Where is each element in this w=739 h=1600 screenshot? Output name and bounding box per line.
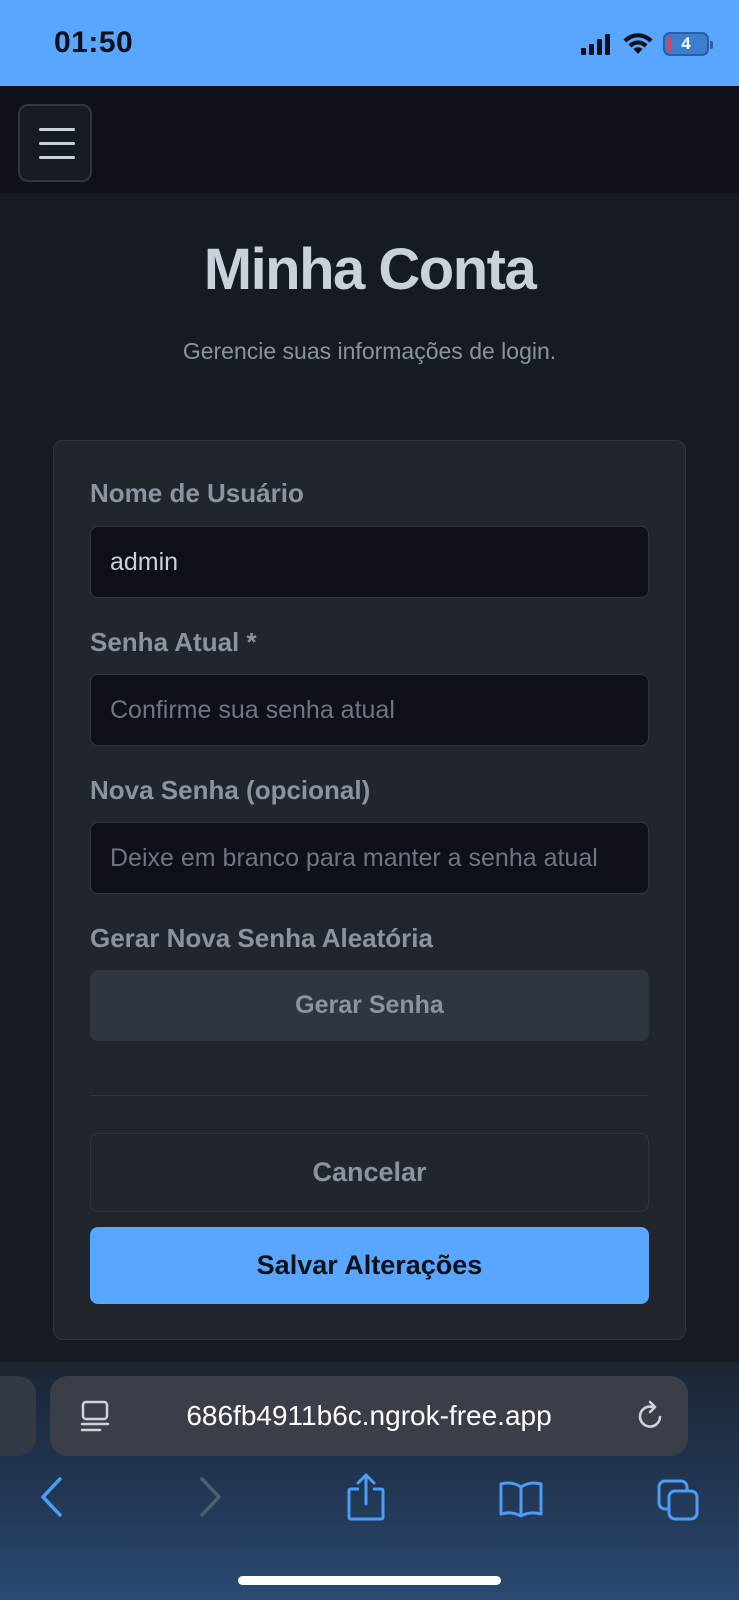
generate-password-label: Gerar Nova Senha Aleatória [90,923,433,953]
current-password-input[interactable] [90,674,649,746]
new-password-input[interactable] [90,822,649,894]
share-icon[interactable] [346,1472,386,1522]
new-password-label: Nova Senha (opcional) [90,775,371,805]
username-input[interactable] [90,526,649,598]
browser-toolbar: 686fb4911b6c.ngrok-free.app [0,1362,739,1600]
menu-button[interactable] [18,104,92,182]
page-title: Minha Conta [203,237,537,302]
forward-icon[interactable] [196,1476,224,1518]
bookmarks-icon[interactable] [498,1480,544,1518]
back-icon[interactable] [38,1476,66,1518]
cancel-button[interactable]: Cancelar [90,1133,649,1212]
current-password-label: Senha Atual * [90,627,257,657]
reload-icon[interactable] [636,1400,666,1432]
hamburger-icon [39,128,75,131]
save-button[interactable]: Salvar Alterações [90,1227,649,1304]
status-time: 01:50 [54,26,134,59]
tabs-icon[interactable] [656,1478,700,1522]
page-subtitle: Gerencie suas informações de login. [182,338,557,364]
wifi-icon [623,33,653,54]
status-bar: 01:50 4 [0,0,739,86]
form-divider [90,1095,649,1096]
cellular-signal-icon [581,34,610,55]
address-bar[interactable]: 686fb4911b6c.ngrok-free.app [50,1376,688,1456]
previous-tab-preview[interactable] [0,1376,36,1456]
generate-password-button[interactable]: Gerar Senha [90,970,649,1041]
url-text: 686fb4911b6c.ngrok-free.app [186,1400,552,1431]
status-icons: 4 [581,30,713,58]
top-navigation [0,86,739,193]
battery-icon: 4 [663,32,713,56]
home-indicator [238,1576,501,1585]
username-label: Nome de Usuário [90,478,304,508]
